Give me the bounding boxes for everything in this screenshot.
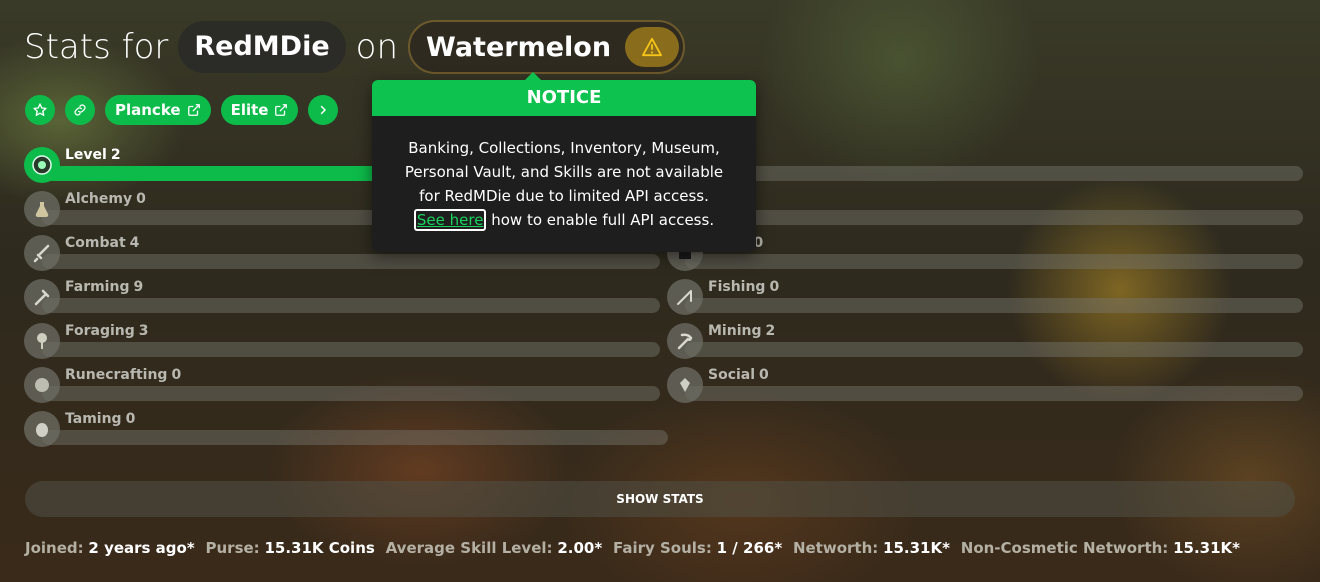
- joined-label: Joined:: [25, 539, 84, 557]
- notice-line: Personal Vault, and Skills are not avail…: [404, 163, 724, 181]
- skill-progress-bar: [685, 386, 1303, 401]
- skill-progress-bar: [685, 210, 1303, 225]
- notice-title: NOTICE: [372, 80, 756, 116]
- skill-progress-bar: [42, 386, 660, 401]
- profile-selector[interactable]: Watermelon: [408, 20, 686, 74]
- potion-icon: [24, 191, 60, 227]
- show-stats-label: SHOW STATS: [616, 492, 704, 506]
- networth-label: Networth:: [792, 539, 879, 557]
- networth-value: 15.31K: [883, 539, 943, 557]
- warning-icon[interactable]: [625, 27, 680, 67]
- favorite-button[interactable]: [25, 95, 55, 125]
- skill-label: Alchemy 0: [65, 191, 146, 207]
- skill-label: Taming 0: [65, 411, 136, 427]
- skill-label: Runecrafting 0: [65, 367, 182, 383]
- skill-progress-bar: [685, 254, 1303, 269]
- see-here-link[interactable]: See here: [413, 209, 487, 231]
- notice-line-rest: how to enable full API access.: [486, 211, 715, 229]
- skill-foraging[interactable]: Foraging 3: [24, 323, 660, 359]
- tooltip-arrow: [524, 72, 542, 81]
- skill-label: Farming 9: [65, 279, 144, 295]
- notice-line: for RedMDie due to limited API access.: [419, 187, 709, 205]
- fairy-souls-value: 1 / 266: [716, 539, 775, 557]
- skill-label: Mining 2: [708, 323, 776, 339]
- stats-for-label: Stats for: [24, 27, 169, 67]
- more-links-button[interactable]: [308, 95, 339, 125]
- hoe-icon: [24, 279, 60, 315]
- non-cosmetic-networth-value: 15.31K: [1173, 539, 1233, 557]
- plancke-label: Plancke: [115, 101, 181, 119]
- purse-label: Purse:: [205, 539, 260, 557]
- notice-line: Banking, Collections, Inventory, Museum,: [408, 139, 720, 157]
- non-cosmetic-networth-label: Non-Cosmetic Networth:: [960, 539, 1169, 557]
- avg-skill-label: Average Skill Level:: [385, 539, 553, 557]
- fairy-souls-label: Fairy Souls:: [612, 539, 712, 557]
- egg-icon: [24, 411, 60, 447]
- skill-nting[interactable]: nting0: [667, 235, 1303, 271]
- skill-mining[interactable]: Mining 2: [667, 323, 1303, 359]
- action-buttons: Plancke Elite: [25, 95, 348, 125]
- skill-label: Fishing 0: [708, 279, 780, 295]
- purse-value: 15.31K Coins: [264, 539, 375, 557]
- profile-name: Watermelon: [426, 31, 612, 63]
- chevron-right-icon: [317, 104, 329, 116]
- skill-progress-bar: [685, 298, 1303, 313]
- skill-progress-bar: [42, 342, 660, 357]
- pickaxe-icon: [667, 323, 703, 359]
- emerald-icon: [667, 367, 703, 403]
- skill-farming[interactable]: Farming 9: [24, 279, 660, 315]
- skill-fishing[interactable]: Fishing 0: [667, 279, 1303, 315]
- page-header: Stats for RedMDie on Watermelon: [24, 20, 686, 74]
- show-stats-button[interactable]: SHOW STATS: [25, 481, 1295, 517]
- plancke-button[interactable]: Plancke: [105, 95, 211, 125]
- fishing-rod-icon: [667, 279, 703, 315]
- level-label: Level 2: [65, 147, 121, 163]
- sword-icon: [24, 235, 60, 271]
- skill-label: Social 0: [708, 367, 769, 383]
- asterisk: *: [1232, 539, 1241, 557]
- skill-try[interactable]: try0: [667, 191, 1303, 227]
- notice-body: Banking, Collections, Inventory, Museum,…: [372, 116, 756, 232]
- skill-runecrafting[interactable]: Runecrafting 0: [24, 367, 660, 403]
- star-icon: [32, 102, 48, 118]
- on-label: on: [355, 27, 398, 67]
- avg-skill-value: 2.00: [557, 539, 595, 557]
- joined-value: 2 years ago: [88, 539, 187, 557]
- link-icon: [72, 102, 88, 118]
- sapling-icon: [24, 323, 60, 359]
- rune-icon: [24, 367, 60, 403]
- profile-summary: Joined: 2 years ago* Purse: 15.31K Coins…: [25, 539, 1246, 557]
- skill-progress-bar: [685, 342, 1303, 357]
- skill-taming[interactable]: Taming 0: [24, 411, 668, 447]
- skill-progress-bar: [42, 298, 660, 313]
- player-name[interactable]: RedMDie: [178, 21, 346, 73]
- skill-label: Combat 4: [65, 235, 140, 251]
- skill-progress-bar: [42, 254, 660, 269]
- asterisk: *: [186, 539, 195, 557]
- asterisk: *: [594, 539, 603, 557]
- api-notice-tooltip: NOTICE Banking, Collections, Inventory, …: [372, 72, 756, 252]
- skill-social[interactable]: Social 0: [667, 367, 1303, 403]
- skill-label: Foraging 3: [65, 323, 149, 339]
- external-link-icon: [274, 103, 288, 117]
- skill-progress-bar: [42, 430, 668, 445]
- skyblock-level-icon: [24, 147, 60, 183]
- asterisk: *: [774, 539, 783, 557]
- copy-link-button[interactable]: [65, 95, 95, 125]
- asterisk: *: [942, 539, 950, 557]
- notice-line: See here how to enable full API access.: [388, 208, 740, 232]
- elite-label: Elite: [230, 101, 269, 119]
- elite-button[interactable]: Elite: [220, 95, 299, 125]
- external-link-icon: [187, 103, 201, 117]
